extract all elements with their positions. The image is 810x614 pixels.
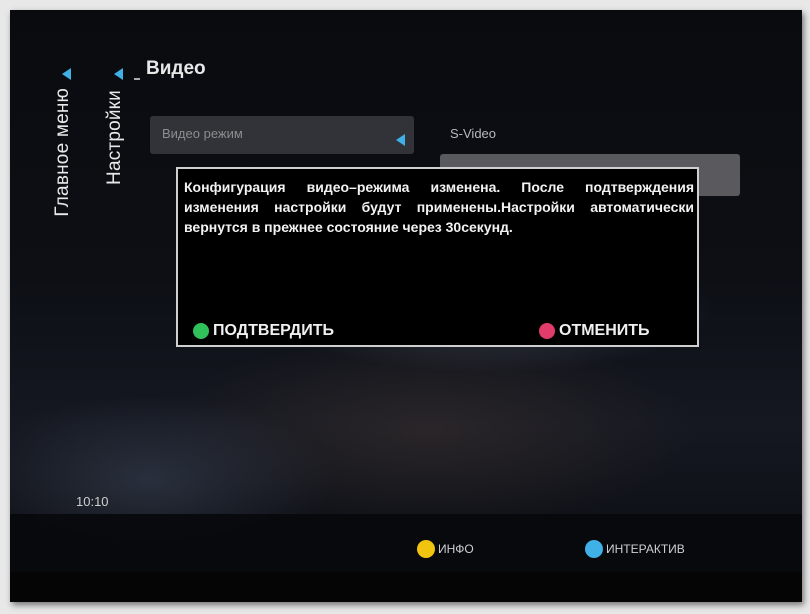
confirm-label: ПОДТВЕРДИТЬ xyxy=(213,322,334,339)
breadcrumb-settings[interactable]: Настройки xyxy=(104,90,126,185)
cancel-label: ОТМЕНИТЬ xyxy=(559,322,650,339)
confirm-button[interactable]: ПОДТВЕРДИТЬ xyxy=(193,322,334,340)
cancel-button[interactable]: ОТМЕНИТЬ xyxy=(539,322,650,340)
main-menu-arrow-icon[interactable] xyxy=(62,68,71,80)
tv-screen: Главное меню Настройки Видео Видео режим… xyxy=(10,10,802,602)
red-circle-icon xyxy=(539,323,555,339)
settings-arrow-icon[interactable] xyxy=(114,68,123,80)
video-mode-value: S-Video xyxy=(450,126,497,141)
dialog-message: Конфигурация видео–режима изменена. Посл… xyxy=(184,179,694,235)
blue-circle-icon xyxy=(585,540,603,558)
confirm-dialog: Конфигурация видео–режима изменена. Посл… xyxy=(176,167,699,347)
green-circle-icon xyxy=(193,323,209,339)
clock: 10:10 xyxy=(76,494,109,509)
info-hint-label: ИНФО xyxy=(438,542,474,556)
breadcrumb-main-menu[interactable]: Главное меню xyxy=(52,88,74,217)
video-mode-arrow-icon[interactable] xyxy=(396,134,405,146)
video-mode-label: Видео режим xyxy=(162,126,243,141)
interactive-hint[interactable]: ИНТЕРАКТИВ xyxy=(585,540,685,558)
info-hint[interactable]: ИНФО xyxy=(417,540,474,558)
yellow-circle-icon xyxy=(417,540,435,558)
page-title: Видео xyxy=(134,58,206,80)
bottom-strip xyxy=(10,572,802,602)
interactive-hint-label: ИНТЕРАКТИВ xyxy=(606,542,685,556)
